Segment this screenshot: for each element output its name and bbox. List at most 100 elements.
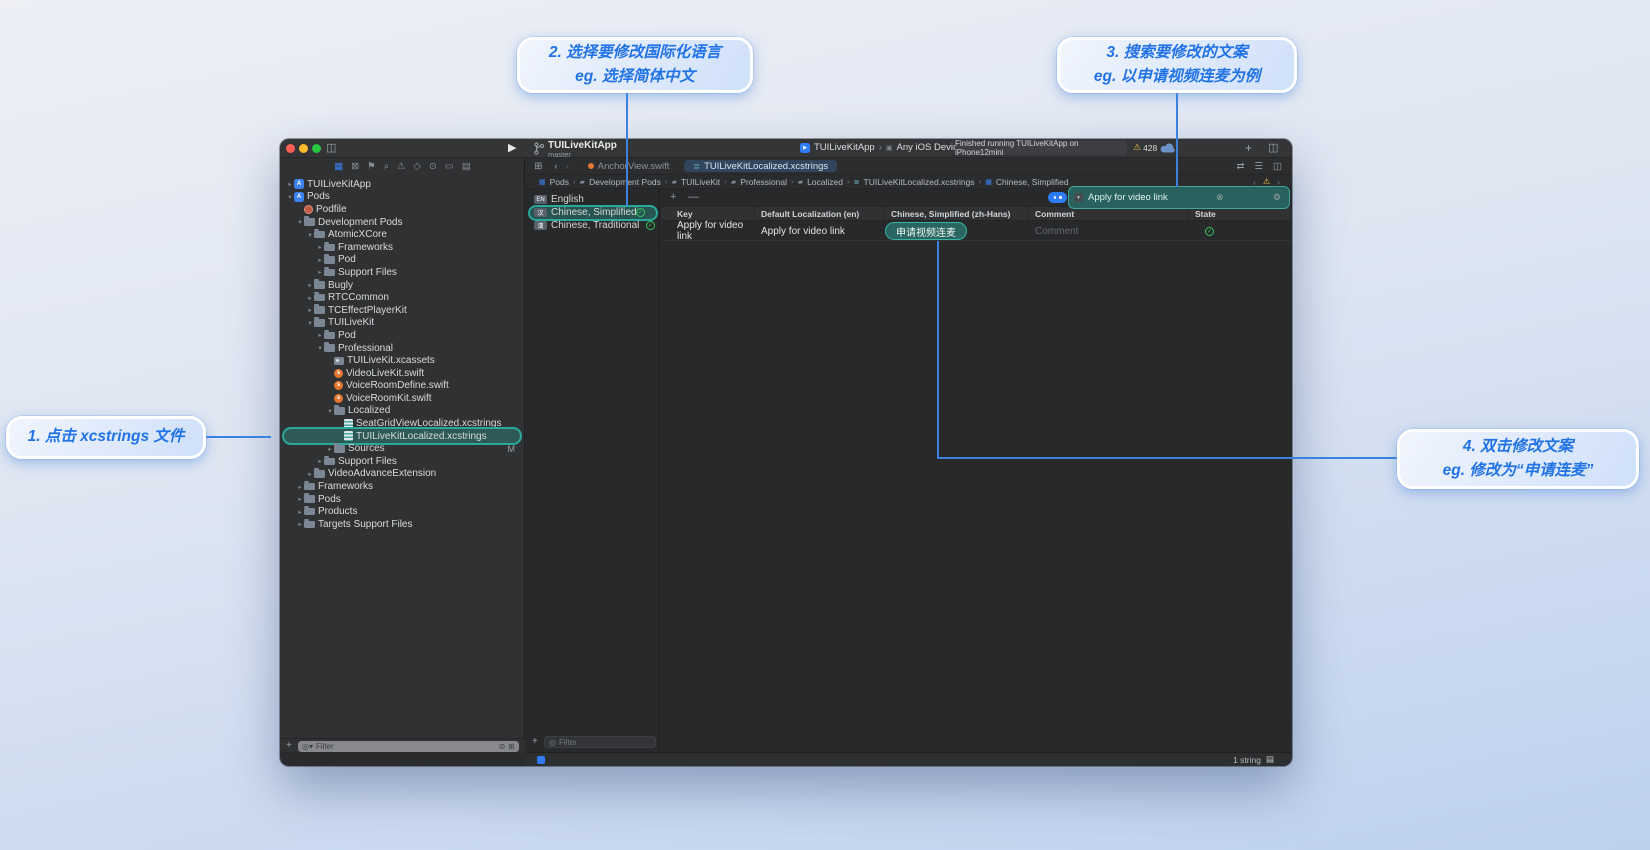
tree-item-tceffectplayerkit[interactable]: ▸TCEffectPlayerKit: [280, 304, 525, 317]
find-icon[interactable]: ⌕: [384, 161, 389, 172]
tree-item-targets-support-files[interactable]: ▸Targets Support Files: [280, 518, 525, 531]
breadcrumb-item-chinese-simplified[interactable]: ▦Chinese, Simplified: [985, 177, 1068, 187]
toggle-inspector-icon[interactable]: ◫: [1268, 142, 1278, 155]
close-window-button[interactable]: [286, 144, 295, 153]
disclosure-closed-icon[interactable]: ▸: [316, 331, 324, 339]
disclosure-closed-icon[interactable]: ▸: [286, 180, 294, 188]
zoom-window-button[interactable]: [312, 144, 321, 153]
filter-toggle[interactable]: [1048, 192, 1067, 203]
disclosure-closed-icon[interactable]: ▸: [326, 445, 334, 453]
disclosure-open-icon[interactable]: ▾: [326, 407, 334, 415]
disclosure-open-icon[interactable]: ▾: [316, 344, 324, 352]
disclosure-closed-icon[interactable]: ▸: [296, 483, 304, 491]
language-filter-field[interactable]: ◎ Filter: [544, 736, 656, 748]
disclosure-closed-icon[interactable]: ▸: [316, 256, 324, 264]
tree-item-pods[interactable]: ▾APods: [280, 191, 525, 204]
breadcrumb-item-localized[interactable]: ▰Localized: [798, 177, 843, 187]
tree-item-voiceroomdefine-swift[interactable]: sVoiceRoomDefine.swift: [280, 380, 525, 393]
source-control-status-icon[interactable]: ⊞: [508, 742, 515, 751]
tree-item-rtccommon[interactable]: ▸RTCCommon: [280, 291, 525, 304]
tree-item-podfile[interactable]: Podfile: [280, 203, 525, 216]
source-control-icon[interactable]: ⊠: [351, 161, 359, 172]
cell-chinese-simplified[interactable]: 申请视频连麦: [885, 221, 1029, 241]
tree-item-localized[interactable]: ▾Localized: [280, 405, 525, 418]
tree-item-sources[interactable]: ▸SourcesM: [280, 442, 525, 455]
language-row-chinese-simplified[interactable]: 汉Chinese, Simplified✓: [526, 206, 660, 219]
disclosure-closed-icon[interactable]: ▸: [296, 520, 304, 528]
table-row[interactable]: Apply for video linkApply for video link…: [661, 221, 1292, 241]
column-header-default-localization-en[interactable]: Default Localization (en): [755, 207, 885, 220]
tree-item-frameworks[interactable]: ▸Frameworks: [280, 480, 525, 493]
tab-tuilivekitlocalized-xcstrings[interactable]: ≣TUILiveKitLocalized.xcstrings: [684, 160, 837, 172]
add-editor-button[interactable]: +: [1245, 142, 1252, 155]
search-settings-icon[interactable]: ⚙: [1273, 192, 1281, 203]
tree-item-support-files[interactable]: ▸Support Files: [280, 266, 525, 279]
disclosure-closed-icon[interactable]: ▸: [306, 306, 314, 314]
disclosure-closed-icon[interactable]: ▸: [296, 508, 304, 516]
tree-item-professional[interactable]: ▾Professional: [280, 342, 525, 355]
disclosure-open-icon[interactable]: ▾: [296, 218, 304, 226]
clear-search-icon[interactable]: ⊗: [1216, 192, 1224, 203]
adjust-editor-icon[interactable]: ☰: [1254, 161, 1263, 172]
tree-item-atomicxcore[interactable]: ▾AtomicXCore: [280, 228, 525, 241]
tree-item-bugly[interactable]: ▸Bugly: [280, 279, 525, 292]
disclosure-open-icon[interactable]: ▾: [306, 231, 314, 239]
tree-item-pod[interactable]: ▸Pod: [280, 254, 525, 267]
cell-key[interactable]: Apply for video link: [661, 221, 755, 241]
tree-item-videoadvanceextension[interactable]: ▸VideoAdvanceExtension: [280, 468, 525, 481]
tree-item-tuilivekitapp[interactable]: ▸ATUILiveKitApp: [280, 178, 525, 191]
tree-item-videolivekit-swift[interactable]: sVideoLiveKit.swift: [280, 367, 525, 380]
tree-item-products[interactable]: ▸Products: [280, 505, 525, 518]
search-scope-chevron-icon[interactable]: ▾: [1074, 193, 1083, 202]
code-review-icon[interactable]: ⇄: [1237, 161, 1245, 172]
tab-anchorview-swift[interactable]: AnchorView.swift: [579, 160, 679, 172]
search-field[interactable]: ▾ Apply for video link ⊗ ⚙: [1068, 186, 1290, 209]
cell-default-localization[interactable]: Apply for video link: [755, 221, 885, 241]
toggle-navigator-icon[interactable]: ◫: [326, 142, 336, 155]
breadcrumb-item-tuilivekitlocalized-xcstrings[interactable]: ≣TUILiveKitLocalized.xcstrings: [854, 177, 975, 187]
reports-icon[interactable]: ▤: [462, 161, 471, 172]
add-file-button[interactable]: +: [286, 740, 292, 751]
recent-files-icon[interactable]: ⊘: [499, 742, 506, 751]
warning-count-badge[interactable]: ⚠ 428: [1133, 142, 1157, 153]
previous-issue-button[interactable]: ‹: [1253, 177, 1256, 187]
disclosure-closed-icon[interactable]: ▸: [316, 268, 324, 276]
debug-icon[interactable]: ⊙: [429, 161, 437, 172]
tree-item-pods[interactable]: ▸Pods: [280, 493, 525, 506]
minimize-window-button[interactable]: [299, 144, 308, 153]
project-navigator-icon[interactable]: ▦: [334, 161, 343, 172]
breadcrumb-item-professional[interactable]: ▰Professional: [731, 177, 787, 187]
tree-item-tuilivekit-xcassets[interactable]: TUILiveKit.xcassets: [280, 354, 525, 367]
column-header-key[interactable]: Key: [661, 207, 755, 220]
column-header-chinese-simplified-zh-hans[interactable]: Chinese, Simplified (zh-Hans): [885, 207, 1029, 220]
language-row-chinese-traditional[interactable]: 漢Chinese, Traditional✓: [526, 219, 660, 232]
disclosure-closed-icon[interactable]: ▸: [306, 281, 314, 289]
remove-string-button[interactable]: —: [688, 191, 699, 203]
breadcrumb-item-development-pods[interactable]: ▰Development Pods: [580, 177, 661, 187]
split-editor-icon[interactable]: ◫: [1273, 161, 1282, 172]
bookmarks-icon[interactable]: ⚑: [367, 161, 376, 172]
disclosure-closed-icon[interactable]: ▸: [296, 495, 304, 503]
add-string-button[interactable]: +: [670, 191, 676, 203]
tree-item-tuilivekitlocalized-xcstrings[interactable]: TUILiveKitLocalized.xcstrings: [280, 430, 525, 443]
disclosure-closed-icon[interactable]: ▸: [316, 243, 324, 251]
disclosure-closed-icon[interactable]: ▸: [306, 470, 314, 478]
tree-item-frameworks[interactable]: ▸Frameworks: [280, 241, 525, 254]
cell-comment[interactable]: Comment: [1029, 221, 1189, 241]
breadcrumb-item-tuilivekit[interactable]: ▰TUILiveKit: [672, 177, 721, 187]
tree-item-voiceroomkit-swift[interactable]: sVoiceRoomKit.swift: [280, 392, 525, 405]
tests-icon[interactable]: ◇: [414, 161, 421, 172]
disclosure-closed-icon[interactable]: ▸: [306, 294, 314, 302]
tree-item-development-pods[interactable]: ▾Development Pods: [280, 216, 525, 229]
disclosure-closed-icon[interactable]: ▸: [316, 457, 324, 465]
tree-item-support-files[interactable]: ▸Support Files: [280, 455, 525, 468]
go-back-button[interactable]: ‹: [554, 161, 557, 172]
highlighted-translation-value[interactable]: 申请视频连麦: [885, 222, 967, 240]
next-issue-button[interactable]: ›: [1277, 177, 1280, 187]
disclosure-open-icon[interactable]: ▾: [286, 193, 294, 201]
breadcrumb-item-pods[interactable]: ▦Pods: [539, 177, 569, 187]
add-language-button[interactable]: +: [532, 736, 538, 747]
run-button[interactable]: ▶: [508, 142, 516, 155]
go-forward-button[interactable]: ›: [566, 161, 569, 172]
issues-icon[interactable]: ⚠: [397, 161, 406, 172]
